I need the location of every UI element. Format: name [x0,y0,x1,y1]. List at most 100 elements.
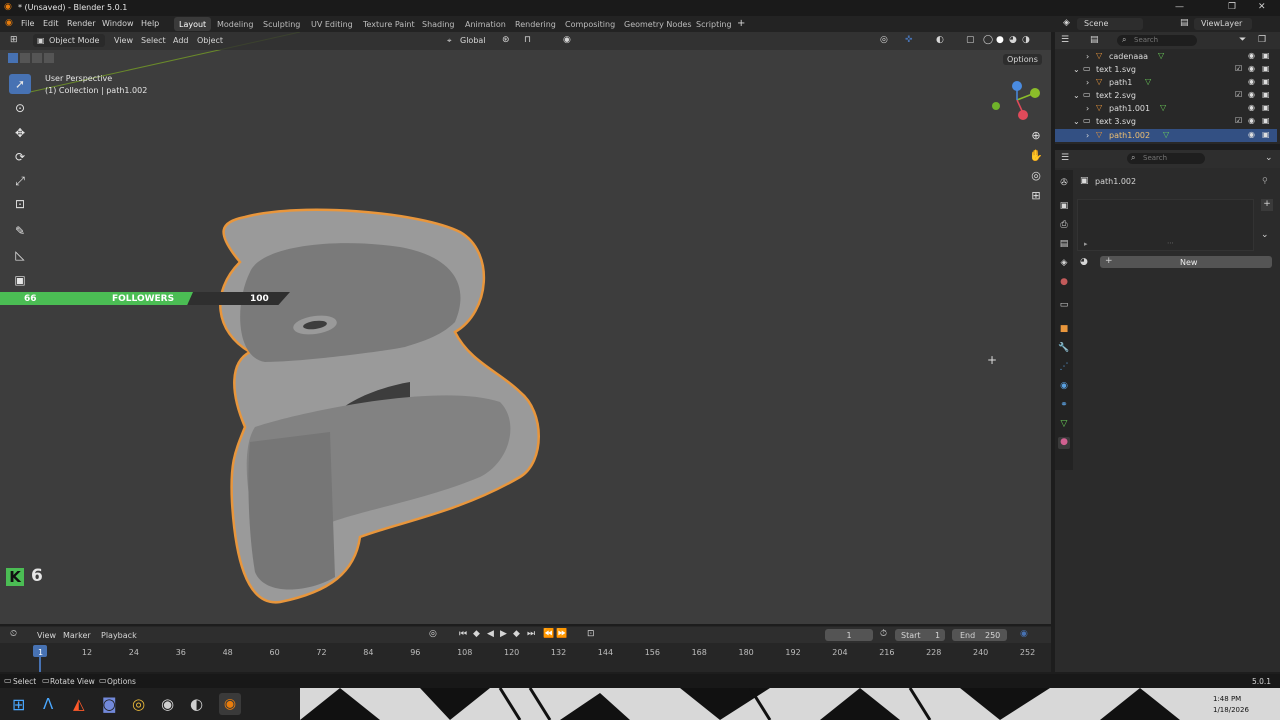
render-camera-icon[interactable]: ▣ [1262,64,1270,73]
chrome-icon[interactable]: ◎ [132,695,145,713]
rotate-tool-icon[interactable]: ⟳ [9,147,31,167]
viewport-menu-object[interactable]: Object [197,36,223,45]
tab-uv-editing[interactable]: UV Editing [306,17,358,31]
display-mode-icon[interactable]: ▤ [1090,35,1099,45]
output-tab-icon[interactable]: ⎙ [1058,220,1070,232]
xray-icon[interactable]: ▢ [966,35,975,45]
tab-scripting[interactable]: Scripting [691,17,737,31]
snap-icon[interactable]: ⊓ [524,35,531,45]
timeline-menu-view[interactable]: View [37,631,56,640]
pan-hand-icon[interactable]: ✋ [1028,149,1044,165]
material-browse-icon[interactable]: ◕ [1080,257,1088,267]
data-tab-icon[interactable]: ▽ [1058,419,1070,431]
select-box-tool-icon[interactable]: ➚ [9,74,31,94]
outliner-row[interactable]: › ▽ cadenaaa ▽ ◉ ▣ [1055,50,1277,63]
tab-texture-paint[interactable]: Texture Paint [358,17,420,31]
play-icon[interactable]: ▶ [500,629,507,639]
viewport-menu-select[interactable]: Select [141,36,166,45]
minimize-icon[interactable]: — [1175,2,1184,12]
discord-icon[interactable]: ◙ [102,695,117,713]
visibility-eye-icon[interactable]: ◉ [1248,116,1255,125]
add-cube-tool-icon[interactable]: ▣ [9,270,31,290]
new-material-button[interactable]: + New [1100,256,1272,268]
obs-icon[interactable]: ◉ [161,695,174,713]
expand-list-icon[interactable]: ▸ [1084,240,1088,248]
add-slot-icon[interactable]: + [1261,199,1273,211]
move-tool-icon[interactable]: ✥ [9,123,31,143]
ortho-grid-icon[interactable]: ⊞ [1028,189,1044,205]
properties-search-input[interactable]: Search [1143,154,1167,162]
scale-tool-icon[interactable]: ⤢ [9,171,31,191]
visibility-eye-icon[interactable]: ◉ [1248,103,1255,112]
scene-tab-icon[interactable]: ◈ [1058,258,1070,270]
transform-tool-icon[interactable]: ⊡ [9,194,31,214]
render-tab-icon[interactable]: ▣ [1058,201,1070,213]
slot-specials-icon[interactable]: ⌄ [1261,230,1269,240]
exclude-checkbox[interactable]: ☑ [1235,90,1242,99]
wireframe-shading-icon[interactable]: ◯ [983,35,993,45]
zoom-icon[interactable]: ⊕ [1028,129,1044,145]
timeline-menu-marker[interactable]: Marker [63,631,91,640]
jump-start-icon[interactable]: ⏮ [459,629,467,639]
tool-tab-icon[interactable]: ✇ [1058,178,1070,190]
gizmo-toggle-icon[interactable]: ✜ [905,35,913,45]
scene-icon[interactable]: ◈ [1063,18,1070,28]
overlays-icon[interactable]: ◐ [936,35,944,45]
blender-taskbar-icon[interactable]: ◉ [219,693,241,715]
preview-range-icon[interactable]: ⏱ [880,629,887,639]
outliner-row-selected[interactable]: › ▽ path1.002 ▽ ◉ ▣ [1055,129,1277,142]
end-frame-field[interactable]: End 250 [952,629,1007,641]
visibility-eye-icon[interactable]: ◉ [1248,64,1255,73]
select-new-icon[interactable] [8,53,18,63]
timeline-menu-playback[interactable]: Playback [101,631,137,640]
navigation-gizmo[interactable] [990,80,1046,120]
tab-geometry-nodes[interactable]: Geometry Nodes [619,17,696,31]
windows-start-icon[interactable]: ⊞ [12,695,25,714]
add-workspace-icon[interactable]: + [737,18,745,29]
menu-file[interactable]: File [21,19,34,28]
next-keyframe-icon[interactable]: ◆ [513,629,520,639]
resize-handle-icon[interactable]: ⋯ [1167,239,1174,247]
outliner-row[interactable]: ⌄ ▭ text 3.svg ☑ ◉ ▣ [1055,115,1277,128]
render-camera-icon[interactable]: ▣ [1262,130,1270,139]
close-icon[interactable]: ✕ [1258,2,1266,12]
object-tab-icon[interactable]: ■ [1058,324,1070,336]
view-layer-name[interactable]: ViewLayer [1201,19,1242,28]
scene-name[interactable]: Scene [1084,19,1108,28]
pivot-icon[interactable]: ⊛ [502,35,510,45]
3d-viewport[interactable]: 66 FOLLOWERS 100 K 6 User Perspective (1… [0,32,1051,624]
properties-options-icon[interactable]: ⌄ [1265,153,1273,163]
constraints-tab-icon[interactable]: ⚭ [1058,400,1070,412]
solid-shading-icon[interactable]: ● [996,35,1004,45]
world-tab-icon[interactable]: ● [1058,277,1070,289]
material-tab-icon[interactable]: ● [1058,437,1070,449]
current-frame-field[interactable]: 1 [825,629,873,641]
outliner-editor-icon[interactable]: ☰ [1061,35,1069,45]
annotate-tool-icon[interactable]: ✎ [9,221,31,241]
select-extend-icon[interactable] [20,53,30,63]
visibility-eye-icon[interactable]: ◉ [1248,90,1255,99]
render-camera-icon[interactable]: ▣ [1262,103,1270,112]
cursor-tool-icon[interactable]: ⊙ [9,98,31,118]
proportional-edit-icon[interactable]: ◉ [563,35,571,45]
orientation-dropdown[interactable]: Global [460,36,486,45]
tab-compositing[interactable]: Compositing [560,17,620,31]
timeline-options-icon[interactable]: ◉ [1020,629,1028,639]
tab-animation[interactable]: Animation [460,17,511,31]
render-camera-icon[interactable]: ▣ [1262,51,1270,60]
outliner-search-input[interactable]: Search [1134,36,1158,44]
options-dropdown[interactable]: Options [1003,54,1042,65]
material-slot-list[interactable] [1077,199,1254,251]
physics-tab-icon[interactable]: ◉ [1058,381,1070,393]
editor-type-icon[interactable]: ⊞ [10,35,18,45]
keying-set-icon[interactable]: ⊡ [587,629,595,639]
filter-icon[interactable]: ⏷ [1239,35,1246,45]
exclude-checkbox[interactable]: ☑ [1235,64,1242,73]
visibility-icon[interactable]: ◎ [880,35,888,45]
tab-rendering[interactable]: Rendering [510,17,561,31]
exclude-checkbox[interactable]: ☑ [1235,116,1242,125]
play-reverse-icon[interactable]: ◀ [487,629,494,639]
select-intersect-icon[interactable] [44,53,54,63]
menu-window[interactable]: Window [102,19,134,28]
tab-modeling[interactable]: Modeling [212,17,258,31]
